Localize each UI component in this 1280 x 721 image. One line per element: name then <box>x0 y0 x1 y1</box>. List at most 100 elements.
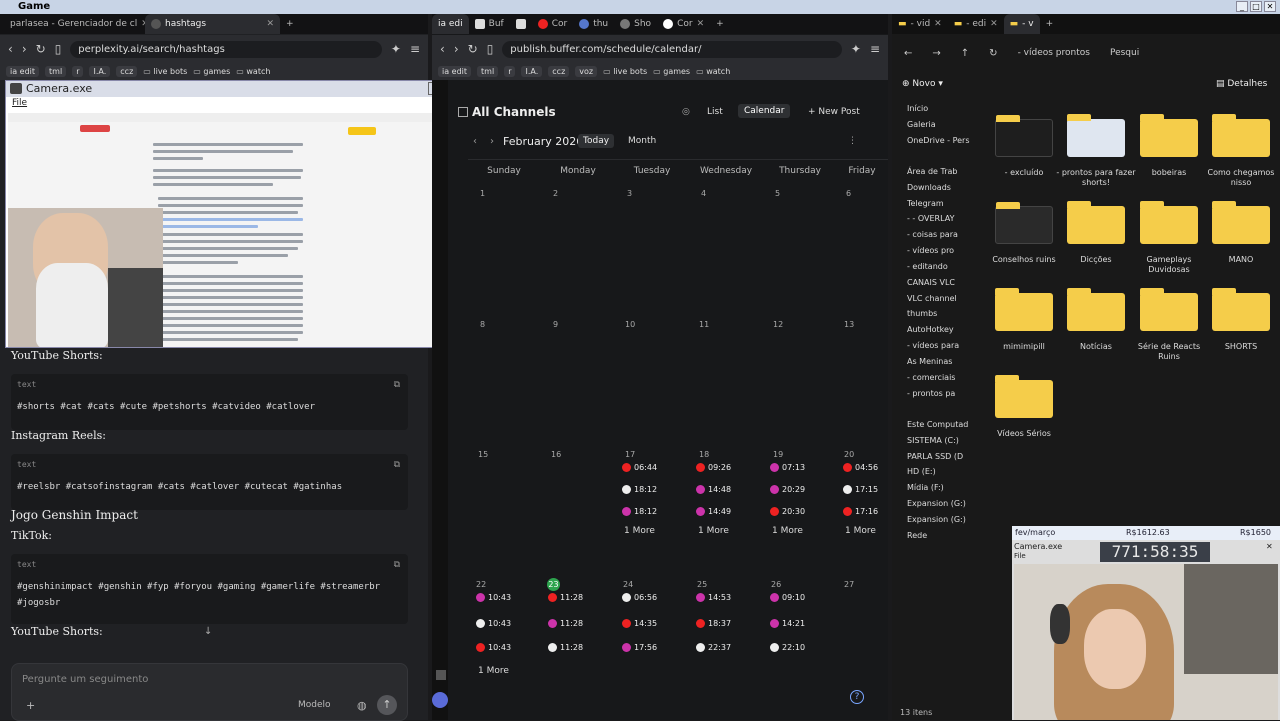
bookmark-chip[interactable]: ccz <box>548 66 570 77</box>
nav-item[interactable]: thumbs <box>907 309 937 318</box>
tab-youtube[interactable]: Cor <box>532 14 574 34</box>
tab-shorts[interactable]: Sho <box>614 14 657 34</box>
nav-item[interactable]: Expansion (G:) <box>907 499 966 508</box>
explorer-tab[interactable]: ▬ - v <box>1003 14 1040 34</box>
post-slot[interactable]: 14:21 <box>770 617 805 629</box>
ask-input[interactable]: Pergunte um seguimento <box>22 674 148 685</box>
post-slot[interactable]: 14:49 <box>696 505 731 517</box>
bookmark-folder[interactable]: live bots <box>143 67 187 76</box>
close-tab-icon[interactable]: ✕ <box>266 19 274 29</box>
bookmark-chip[interactable]: ia edit <box>438 66 472 77</box>
tab-buffer[interactable]: Buf <box>469 14 510 34</box>
post-slot[interactable]: 17:15 <box>843 483 878 495</box>
post-slot[interactable]: 11:28 <box>548 591 583 603</box>
nav-item[interactable]: - comerciais <box>907 373 955 382</box>
calendar-view-button[interactable]: Calendar <box>738 104 791 118</box>
nav-item[interactable]: PARLA SSD (D <box>907 452 963 461</box>
close-tab-icon[interactable]: ✕ <box>697 19 705 29</box>
folder-icon[interactable] <box>1140 288 1198 331</box>
bookmark-chip[interactable]: r <box>72 66 84 77</box>
bookmark-icon[interactable]: ▯ <box>487 42 494 56</box>
copy-icon[interactable]: ⧉ <box>394 380 400 390</box>
post-slot[interactable]: 10:43 <box>476 641 511 653</box>
more-posts-link[interactable]: 1 More <box>478 666 509 676</box>
minimize-button[interactable]: _ <box>1236 1 1248 12</box>
folder-icon[interactable] <box>1140 201 1198 244</box>
nav-item[interactable]: - prontos pa <box>907 389 955 398</box>
post-slot[interactable]: 06:56 <box>622 591 657 603</box>
month-select[interactable]: Month <box>628 136 656 146</box>
search-box[interactable]: Pesqui <box>1110 48 1139 58</box>
details-button[interactable]: ▤ Detalhes <box>1216 79 1267 89</box>
nav-item[interactable]: Expansion (G:) <box>907 515 966 524</box>
post-slot[interactable]: 18:12 <box>622 483 657 495</box>
more-posts-link[interactable]: 1 More <box>845 526 876 536</box>
more-posts-link[interactable]: 1 More <box>624 526 655 536</box>
new-tab-button[interactable]: + <box>280 14 300 34</box>
camera-menu-file[interactable]: File <box>1014 552 1026 560</box>
nav-item[interactable]: - vídeos pro <box>907 246 954 255</box>
folder-icon[interactable] <box>1212 114 1270 157</box>
prev-month-icon[interactable]: ‹ <box>473 136 477 147</box>
copy-icon[interactable]: ⧉ <box>394 460 400 470</box>
tab-google[interactable]: Cor ✕ <box>657 14 710 34</box>
address-bar[interactable]: perplexity.ai/search/hashtags <box>70 40 382 58</box>
submit-button[interactable]: ↑ <box>377 695 397 715</box>
nav-item[interactable]: Início <box>907 104 928 113</box>
nav-item[interactable]: Downloads <box>907 183 951 192</box>
nav-item[interactable]: SISTEMA (C:) <box>907 436 959 445</box>
new-post-button[interactable]: + New Post <box>808 107 860 117</box>
folder-icon[interactable] <box>1140 114 1198 157</box>
mic-icon[interactable]: ◍ <box>357 699 367 712</box>
folder-thumbnail[interactable] <box>995 202 1053 244</box>
back-icon[interactable]: ‹ <box>8 42 13 56</box>
post-slot[interactable]: 22:10 <box>770 641 805 653</box>
path-bar[interactable]: - vídeos prontos <box>1018 48 1090 58</box>
folder-icon[interactable] <box>1067 288 1125 331</box>
more-posts-link[interactable]: 1 More <box>698 526 729 536</box>
post-slot[interactable]: 11:28 <box>548 641 583 653</box>
tab-thu[interactable]: thu <box>573 14 614 34</box>
explorer-tab[interactable]: ▬ - vid ✕ <box>892 14 948 34</box>
post-slot[interactable]: 07:13 <box>770 461 805 473</box>
post-slot[interactable]: 04:56 <box>843 461 878 473</box>
menu-icon[interactable]: ≡ <box>410 42 420 56</box>
close-button[interactable]: ✕ <box>1264 1 1276 12</box>
bookmark-folder[interactable]: watch <box>236 67 270 76</box>
nav-item[interactable]: - - OVERLAY <box>907 214 954 223</box>
menu-icon[interactable]: ≡ <box>870 42 880 56</box>
tab-ia-edi[interactable]: ia edi <box>432 14 469 34</box>
back-icon[interactable]: ← <box>904 48 912 59</box>
up-icon[interactable]: ↑ <box>961 48 969 59</box>
nav-item[interactable]: Área de Trab <box>907 167 957 176</box>
nav-item[interactable]: - editando <box>907 262 948 271</box>
nav-item[interactable]: Galeria <box>907 120 936 129</box>
nav-item[interactable]: HD (E:) <box>907 467 936 476</box>
bookmark-chip[interactable]: I.A. <box>521 66 543 77</box>
model-select[interactable]: Modelo <box>298 700 331 710</box>
post-slot[interactable]: 14:53 <box>696 591 731 603</box>
forward-icon[interactable]: › <box>22 42 27 56</box>
post-slot[interactable]: 20:30 <box>770 505 805 517</box>
nav-item[interactable]: OneDrive - Pers <box>907 136 970 145</box>
camera-menu-file[interactable]: File <box>6 97 445 109</box>
explorer-tab[interactable]: ▬ - edi ✕ <box>948 14 1004 34</box>
nav-item[interactable]: Telegram <box>907 199 944 208</box>
tab-buffer-2[interactable] <box>510 14 532 34</box>
folder-icon[interactable] <box>995 375 1053 418</box>
next-month-icon[interactable]: › <box>490 136 494 147</box>
post-slot[interactable]: 14:35 <box>622 617 657 629</box>
address-bar[interactable]: publish.buffer.com/schedule/calendar/ <box>502 40 842 58</box>
extension-icon[interactable]: ✦ <box>851 42 861 56</box>
bookmark-icon[interactable]: ▯ <box>55 42 62 56</box>
bookmark-folder[interactable]: games <box>193 67 230 76</box>
bookmark-folder[interactable]: games <box>653 67 690 76</box>
nav-item[interactable]: AutoHotkey <box>907 325 954 334</box>
help-icon[interactable]: ? <box>850 690 864 704</box>
post-slot[interactable]: 06:44 <box>622 461 657 473</box>
nav-item[interactable]: - vídeos para <box>907 341 959 350</box>
post-slot[interactable]: 14:48 <box>696 483 731 495</box>
maximize-button[interactable]: □ <box>1250 1 1262 12</box>
bookmark-chip[interactable]: r <box>504 66 516 77</box>
folder-thumbnail[interactable] <box>995 115 1053 157</box>
